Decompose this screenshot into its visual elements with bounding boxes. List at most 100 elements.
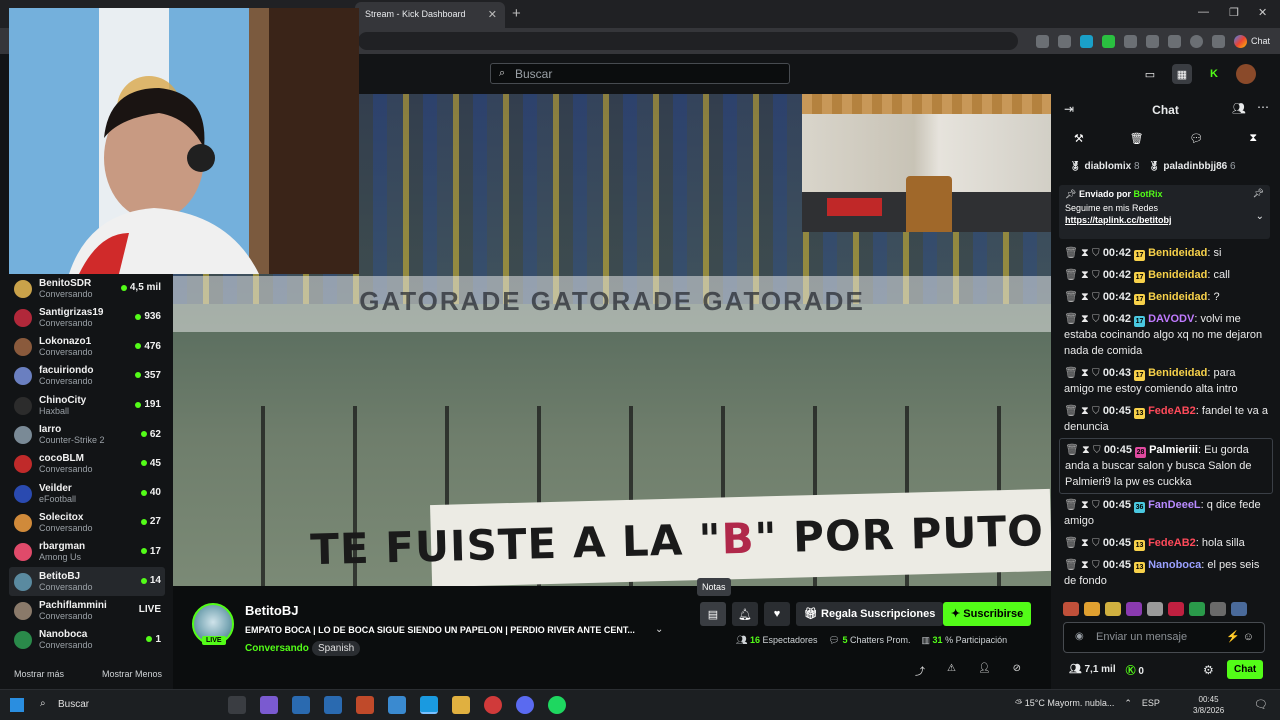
- message-user[interactable]: FanDeeeL: [1148, 499, 1201, 511]
- chat-input[interactable]: ◉ Enviar un mensaje ⚡ ☺: [1063, 622, 1265, 653]
- new-tab-icon[interactable]: +: [512, 5, 521, 22]
- extension-icon[interactable]: [1079, 34, 1093, 48]
- chat-message[interactable]: 🗑︎ ⧗ ⛉ 00:45 36 FanDeeeL: q dice fede am…: [1059, 494, 1273, 532]
- hammer-icon[interactable]: ⚒: [1074, 132, 1084, 145]
- minimize-icon[interactable]: —: [1198, 6, 1209, 18]
- chat-bubble-icon[interactable]: 💬︎: [1189, 132, 1203, 145]
- emote-icon[interactable]: [1084, 602, 1100, 616]
- trash-icon[interactable]: 🗑︎: [1130, 132, 1144, 145]
- sidebar-channel[interactable]: Iarro Counter-Strike 2 62: [9, 421, 165, 450]
- emote-icon[interactable]: [1210, 602, 1226, 616]
- add-user-icon[interactable]: 👤︎: [978, 663, 991, 678]
- browser-tab[interactable]: Stream - Kick Dashboard ✕: [355, 2, 505, 28]
- chevron-down-icon[interactable]: ⌄: [1256, 211, 1264, 222]
- sidebar-channel[interactable]: ChinoCity Haxball 191: [9, 391, 165, 420]
- reader-icon[interactable]: [1035, 34, 1049, 48]
- message-user[interactable]: Nanoboca: [1148, 559, 1201, 571]
- message-user[interactable]: Benideidad: [1148, 367, 1207, 379]
- sidebar-channel[interactable]: Santigrizas19 Conversando 936: [9, 303, 165, 332]
- chat-message[interactable]: 🗑︎ ⧗ ⛉ 00:43 17 Benideidad: para amigo m…: [1059, 362, 1273, 400]
- store-icon[interactable]: [388, 696, 406, 714]
- pinned-link[interactable]: https://taplink.cc/betitobj: [1065, 215, 1264, 225]
- sidebar-channel[interactable]: rbargman Among Us 17: [9, 538, 165, 567]
- sidebar-channel[interactable]: Nanoboca Conversando 1: [9, 626, 165, 655]
- show-less-link[interactable]: Mostrar Menos: [102, 669, 162, 679]
- language-tag[interactable]: Spanish: [312, 641, 361, 656]
- emoji-icon[interactable]: ⚡ ☺: [1226, 630, 1254, 643]
- report-icon[interactable]: ⚠: [947, 663, 956, 678]
- trash-icon[interactable]: 🗑︎: [1064, 537, 1078, 549]
- pinned-message[interactable]: 📌︎ Enviado por BotRix Seguime en mis Red…: [1059, 185, 1270, 239]
- follow-button[interactable]: ♥: [764, 602, 790, 626]
- copilot-chat-button[interactable]: Chat: [1233, 34, 1270, 48]
- folder-icon[interactable]: [452, 696, 470, 714]
- kick-logo-icon[interactable]: K: [1204, 64, 1224, 84]
- channel-name[interactable]: BetitoBJ: [245, 603, 298, 618]
- notification-button[interactable]: 🔔︎: [732, 602, 758, 626]
- app-icon[interactable]: [324, 696, 342, 714]
- emote-icon[interactable]: [1168, 602, 1184, 616]
- obs-icon[interactable]: [484, 696, 502, 714]
- spotify-icon[interactable]: [548, 696, 566, 714]
- close-tab-icon[interactable]: ✕: [488, 8, 497, 21]
- emote-icon[interactable]: [1147, 602, 1163, 616]
- maximize-icon[interactable]: ❐: [1229, 6, 1239, 19]
- app-icon[interactable]: [356, 696, 374, 714]
- hourglass-icon[interactable]: ⧗: [1249, 132, 1257, 145]
- mute-icon[interactable]: ⊘: [1013, 663, 1021, 678]
- hourglass-icon[interactable]: ⧗: [1081, 291, 1089, 303]
- search-input[interactable]: ⌕ Buscar: [490, 63, 790, 84]
- puzzle-icon[interactable]: [1145, 34, 1159, 48]
- message-user[interactable]: Palmieriii: [1149, 444, 1198, 456]
- chat-message[interactable]: 🗑︎ ⧗ ⛉ 00:45 13 Nanoboca: el pes seis de…: [1059, 554, 1273, 592]
- hourglass-icon[interactable]: ⧗: [1081, 269, 1089, 281]
- hourglass-icon[interactable]: ⧗: [1081, 537, 1089, 549]
- sidebar-channel[interactable]: Solecitox Conversando 27: [9, 508, 165, 537]
- message-user[interactable]: Benideidad: [1148, 247, 1207, 259]
- chevron-down-icon[interactable]: ⌄: [655, 624, 663, 635]
- trash-icon[interactable]: 🗑︎: [1064, 367, 1078, 379]
- share-icon[interactable]: ⤴: [915, 663, 925, 678]
- emote-icon[interactable]: [1126, 602, 1142, 616]
- trash-icon[interactable]: 🗑︎: [1064, 313, 1078, 325]
- discord-icon[interactable]: [516, 696, 534, 714]
- message-user[interactable]: FedeAB2: [1148, 537, 1196, 549]
- notification-icon[interactable]: 🗨︎: [1254, 698, 1268, 711]
- edge-icon[interactable]: [420, 696, 438, 714]
- sidebar-channel[interactable]: Lokonazo1 Conversando 476: [9, 333, 165, 362]
- more-icon[interactable]: ⋯: [1257, 100, 1269, 114]
- hourglass-icon[interactable]: ⧗: [1081, 247, 1089, 259]
- emote-icon[interactable]: [1105, 602, 1121, 616]
- sidebar-channel[interactable]: BetitoBJ Conversando 14: [9, 567, 165, 596]
- hourglass-icon[interactable]: ⧗: [1081, 499, 1089, 511]
- extension-icon[interactable]: [1123, 34, 1137, 48]
- notes-button[interactable]: ▤: [700, 602, 726, 626]
- trash-icon[interactable]: 🗑︎: [1064, 405, 1078, 417]
- chat-message[interactable]: 🗑︎ ⧗ ⛉ 00:45 28 Palmieriii: Eu gorda and…: [1059, 438, 1273, 494]
- sidebar-channel[interactable]: Veilder eFootball 40: [9, 479, 165, 508]
- trash-icon[interactable]: 🗑︎: [1064, 247, 1078, 259]
- close-window-icon[interactable]: ✕: [1258, 6, 1267, 19]
- message-user[interactable]: FedeAB2: [1148, 405, 1196, 417]
- user-avatar[interactable]: [1236, 64, 1256, 84]
- emote-icon[interactable]: [1231, 602, 1247, 616]
- chat-message[interactable]: 🗑︎ ⧗ ⛉ 00:42 17 Benideidad: si: [1059, 242, 1273, 264]
- task-view-icon[interactable]: [228, 696, 246, 714]
- chevron-up-icon[interactable]: ⌃: [1124, 698, 1132, 709]
- emote-icon[interactable]: [1063, 602, 1079, 616]
- chat-message[interactable]: 🗑︎ ⧗ ⛉ 00:45 13 FedeAB2: hola silla: [1059, 532, 1273, 554]
- stream-category[interactable]: Conversando: [245, 643, 309, 654]
- trash-icon[interactable]: 🗑︎: [1064, 291, 1078, 303]
- trash-icon[interactable]: 🗑︎: [1064, 269, 1078, 281]
- chat-message[interactable]: 🗑︎ ⧗ ⛉ 00:45 13 FedeAB2: fandel te va a …: [1059, 400, 1273, 438]
- chat-message[interactable]: 🗑︎ ⧗ ⛉ 00:42 17 DAVODV: volvi me estaba …: [1059, 308, 1273, 362]
- trash-icon[interactable]: 🗑︎: [1064, 559, 1078, 571]
- menu-icon[interactable]: [1211, 34, 1225, 48]
- profile-icon[interactable]: [1189, 34, 1203, 48]
- gift-subs-button[interactable]: 🎁︎ Regala Suscripciones: [796, 602, 944, 626]
- trash-icon[interactable]: 🗑︎: [1064, 499, 1078, 511]
- favorites-icon[interactable]: [1167, 34, 1181, 48]
- message-user[interactable]: Benideidad: [1148, 269, 1207, 281]
- send-chat-button[interactable]: Chat: [1227, 660, 1264, 679]
- hourglass-icon[interactable]: ⧗: [1081, 405, 1089, 417]
